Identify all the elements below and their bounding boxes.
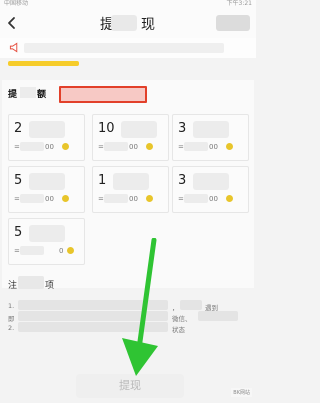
coin-icon	[146, 195, 153, 202]
amount-value: 1	[98, 173, 107, 188]
note-redaction	[198, 311, 238, 321]
sub-redaction	[20, 246, 44, 255]
notes-title-start: 注	[8, 281, 18, 291]
notice-bar	[0, 38, 256, 58]
progress-bar	[8, 61, 79, 66]
value-redaction	[29, 121, 65, 138]
value-redaction	[193, 121, 229, 138]
arrow-annotation	[122, 238, 158, 376]
note-redaction	[180, 300, 202, 310]
note-line-1-start: 1.	[8, 302, 15, 310]
amount-sub-start: =	[14, 247, 20, 255]
carrier-text: 中国移动	[4, 0, 29, 7]
amount-sub-start: =	[178, 143, 184, 151]
note-line-2-mid: 微信、	[172, 315, 192, 323]
amount-sub-end: 00	[129, 143, 138, 151]
note-line-2-start: 即	[8, 315, 15, 323]
sub-redaction	[20, 142, 44, 151]
clock-text: 下午3:21	[226, 0, 252, 7]
coin-icon	[67, 247, 74, 254]
amount-sub-end: 00	[45, 143, 54, 151]
amount-value: 10	[98, 121, 115, 136]
notes-title-redaction	[18, 276, 44, 289]
notes-title-end: 项	[45, 281, 55, 291]
status-bar: 中国移动 下午3:21	[0, 0, 256, 8]
sub-redaction	[184, 194, 208, 203]
amount-sub-end: 00	[129, 195, 138, 203]
notice-text-redaction	[24, 43, 224, 53]
amount-option[interactable]: 10 = 00	[92, 114, 169, 161]
amount-option[interactable]: 2 = 00	[8, 114, 85, 161]
coin-icon	[226, 195, 233, 202]
note-line-1-mid: ，	[172, 304, 179, 312]
amount-value: 3	[178, 173, 187, 188]
sub-redaction	[104, 194, 128, 203]
amount-option[interactable]: 5 = 0	[8, 218, 85, 265]
amount-sub-end: 00	[209, 195, 218, 203]
header-action-button[interactable]	[216, 15, 250, 31]
value-redaction	[29, 225, 65, 242]
value-redaction	[193, 173, 229, 190]
amount-sub-start: =	[98, 143, 104, 151]
amount-value: 3	[178, 121, 187, 136]
highlight-annotation-box	[59, 86, 147, 103]
amount-sub-end: 0	[59, 247, 64, 255]
sub-redaction	[184, 142, 208, 151]
header: 提现	[0, 8, 256, 38]
coin-icon	[62, 195, 69, 202]
amount-option[interactable]: 5 = 00	[8, 166, 85, 213]
amount-sub-start: =	[14, 195, 20, 203]
value-redaction	[113, 173, 149, 190]
amount-value: 5	[14, 173, 23, 188]
amount-option[interactable]: 1 = 00	[92, 166, 169, 213]
amount-value: 5	[14, 225, 23, 240]
amount-sub-end: 00	[45, 195, 54, 203]
page-title-end: 现	[141, 17, 156, 33]
megaphone-icon	[9, 42, 18, 53]
value-redaction	[29, 173, 65, 190]
amount-option[interactable]: 3 = 00	[172, 166, 249, 213]
amount-value: 2	[14, 121, 23, 136]
watermark-logo: BK网站	[231, 388, 252, 397]
amount-option[interactable]: 3 = 00	[172, 114, 249, 161]
title-redaction	[111, 15, 137, 31]
amount-sub-end: 00	[209, 143, 218, 151]
section-title-end: 额	[37, 90, 47, 100]
amount-sub-start: =	[178, 195, 184, 203]
coin-icon	[146, 143, 153, 150]
amount-sub-start: =	[14, 143, 20, 151]
section-title-start: 提	[8, 90, 18, 100]
chevron-left-icon[interactable]	[4, 15, 20, 31]
amount-sub-start: =	[98, 195, 104, 203]
sub-redaction	[20, 194, 44, 203]
note-line-3-end: 状态	[172, 326, 185, 334]
coin-icon	[62, 143, 69, 150]
section-title-redaction	[20, 87, 36, 98]
sub-redaction	[104, 142, 128, 151]
value-redaction	[121, 121, 157, 138]
note-line-3-start: 2.	[8, 324, 15, 332]
coin-icon	[226, 143, 233, 150]
